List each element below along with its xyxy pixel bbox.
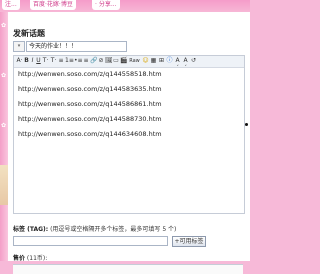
editor-toolbar: A· B I U T· T· ≡ 1≡ •≡ ≡ 🔗 ⊘ 🖼 ▭ 🎬 Raw ☺… <box>14 56 244 72</box>
tag-label-title: 标签 (TAG): <box>13 226 49 233</box>
subject-input[interactable]: 今天的作业！！！ <box>26 41 127 52</box>
video-icon[interactable]: 🎬 <box>120 57 127 65</box>
rich-text-editor[interactable]: A· B I U T· T· ≡ 1≡ •≡ ≡ 🔗 ⊘ 🖼 ▭ 🎬 Raw ☺… <box>13 55 245 214</box>
unlink-icon[interactable]: ⊘ <box>98 57 104 65</box>
page-title: 发新话题 <box>13 29 45 38</box>
post-panel: 发新话题 ▾ 今天的作业！！！ A· B I U T· T· ≡ 1≡ •≡ ≡… <box>8 12 250 274</box>
top-bar: 注... 百度·花嫁·博豆 · 分享... <box>0 0 250 12</box>
font-size-button[interactable]: T· <box>42 57 49 65</box>
tab-1[interactable]: 注... <box>2 0 20 10</box>
link-icon[interactable]: 🔗 <box>90 57 97 65</box>
tab-3[interactable]: · 分享... <box>92 0 120 10</box>
italic-button[interactable]: I <box>30 57 35 65</box>
flower-icon: ✿ <box>1 72 7 79</box>
list-item[interactable]: http://wenwen.soso.com/z/q144586861.htm <box>18 100 162 108</box>
flash-icon[interactable]: ▭ <box>113 57 119 65</box>
flower-icon: ✿ <box>1 22 7 29</box>
align-icon[interactable]: ≡ <box>58 57 64 65</box>
undo-icon[interactable]: ↺ <box>190 57 197 65</box>
bold-button[interactable]: B <box>24 57 29 65</box>
font-face-button[interactable]: T· <box>50 57 57 65</box>
list-item[interactable]: http://wenwen.soso.com/z/q144558518.htm <box>18 70 162 78</box>
superscript-icon[interactable]: A´ <box>174 57 181 72</box>
available-tags-button[interactable]: +可用标签 <box>172 236 206 247</box>
unordered-list-icon[interactable]: •≡ <box>74 57 83 65</box>
list-item[interactable]: http://wenwen.soso.com/z/q144583635.htm <box>18 85 162 93</box>
cursor-dot <box>245 123 248 126</box>
ordered-list-icon[interactable]: 1≡ <box>65 57 74 65</box>
indent-icon[interactable]: ≡ <box>83 57 89 65</box>
attachment-icon[interactable]: ⊞ <box>158 57 165 65</box>
tag-input[interactable] <box>13 236 168 246</box>
tag-label-hint: (用逗号或空格隔开多个标签，最多可填写 5 个) <box>48 226 177 233</box>
info-icon[interactable]: ⓘ <box>166 57 173 65</box>
left-decoration: ✿ ✿ ✿ <box>0 12 8 261</box>
underline-button[interactable]: U <box>36 57 41 65</box>
tag-label: 标签 (TAG): (用逗号或空格隔开多个标签，最多可填写 5 个) <box>13 224 176 233</box>
image-icon[interactable]: 🖼 <box>105 57 113 65</box>
list-item[interactable]: http://wenwen.soso.com/z/q144634608.htm <box>18 130 162 138</box>
smiley-icon[interactable]: ☺ <box>142 57 149 65</box>
tab-2[interactable]: 百度·花嫁·博豆 <box>30 0 76 10</box>
raw-button[interactable]: Raw <box>128 57 141 65</box>
price-input[interactable] <box>13 264 243 274</box>
list-item[interactable]: http://wenwen.soso.com/z/q144588730.htm <box>18 115 162 123</box>
side-character-image <box>0 165 8 205</box>
topic-type-select[interactable]: ▾ <box>13 41 25 52</box>
flower-icon: ✿ <box>1 122 7 129</box>
table-icon[interactable]: ▦ <box>150 57 157 65</box>
font-color-button[interactable]: A· <box>16 57 23 65</box>
subscript-icon[interactable]: A´ <box>182 57 189 72</box>
